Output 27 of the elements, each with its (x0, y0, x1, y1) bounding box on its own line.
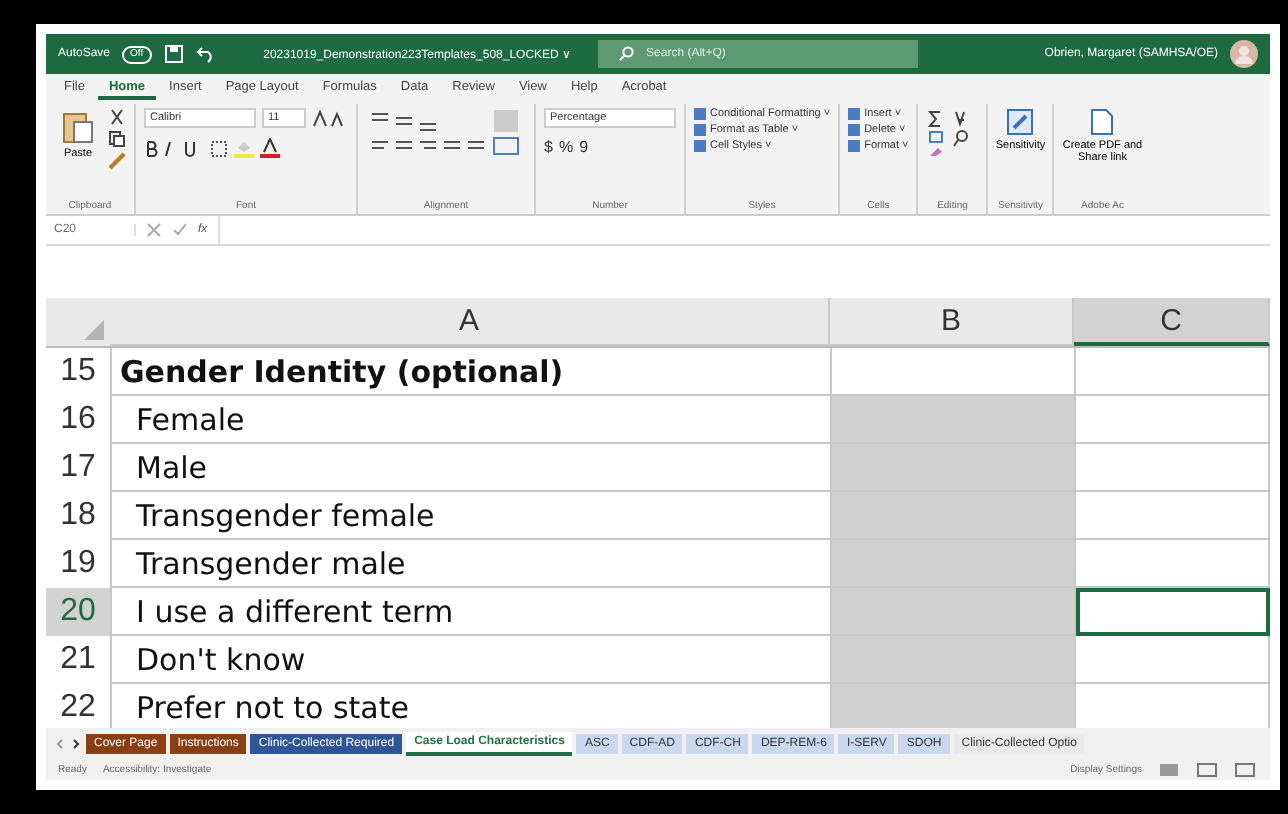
column-header[interactable]: A (110, 298, 830, 346)
table-cell: Gender Identity (optional) (112, 348, 832, 396)
font-size-icon[interactable] (312, 109, 348, 127)
save-icon[interactable] (163, 44, 184, 64)
percent-button[interactable]: % (558, 138, 574, 156)
copy-icon[interactable] (108, 130, 126, 148)
table-cell: I use a different term (112, 588, 832, 636)
currency-button[interactable]: $ (544, 138, 553, 156)
table-cell: Transgender female (112, 492, 832, 540)
check-icon[interactable] (172, 222, 188, 238)
pencil-icon (1006, 108, 1035, 136)
view-icons[interactable] (1158, 761, 1258, 777)
next-sheet-icon[interactable] (70, 737, 82, 749)
font-color-icon[interactable] (260, 138, 280, 158)
table-cell: Transgender male (112, 540, 832, 588)
border-icon[interactable] (210, 139, 228, 157)
comma-button[interactable]: 9 (579, 138, 589, 156)
undo-icon[interactable] (195, 44, 216, 64)
cut-icon[interactable] (108, 108, 126, 126)
table-cell: Male (112, 444, 832, 492)
column-header[interactable]: C (1074, 298, 1270, 346)
fill-color-icon[interactable] (234, 138, 254, 158)
row-header[interactable]: 20 (46, 588, 112, 636)
table-cell: Don't know (112, 636, 832, 684)
search-icon (618, 46, 635, 62)
avatar-icon[interactable] (1230, 40, 1258, 68)
table-cell: Female (112, 396, 832, 444)
